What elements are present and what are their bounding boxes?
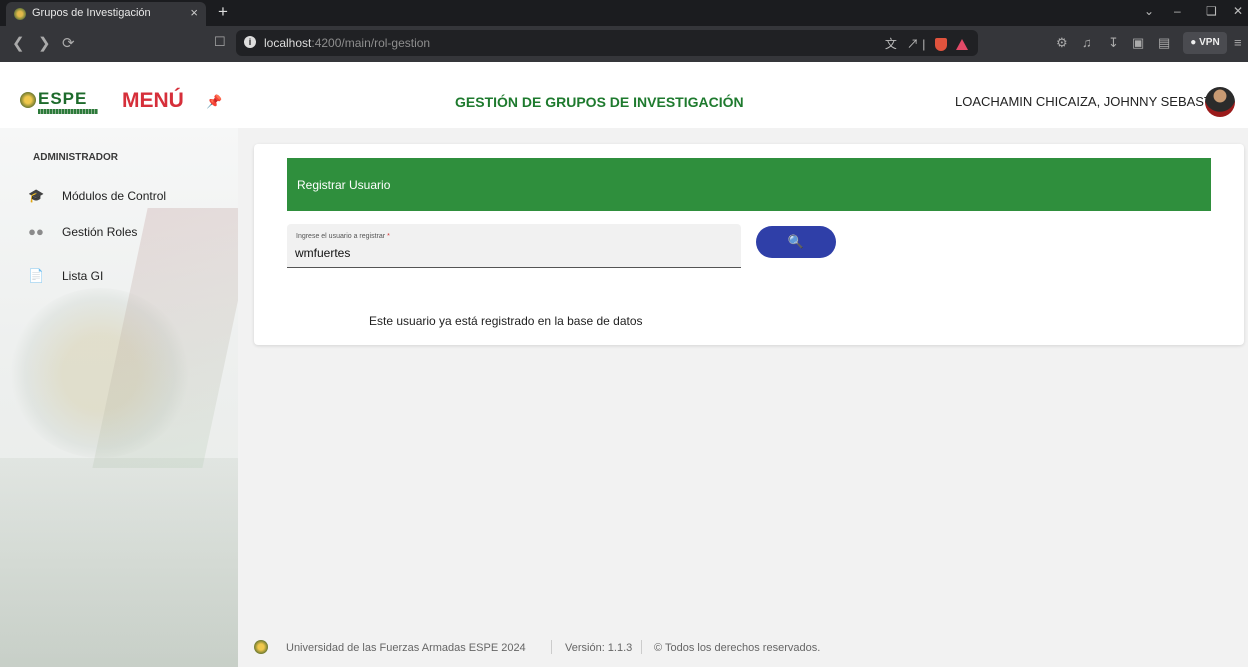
- site-info-icon[interactable]: i: [244, 36, 256, 48]
- sidebar: ADMINISTRADOR 🎓 Módulos de Control ●● Ge…: [0, 128, 238, 667]
- graduation-cap-icon: 🎓: [28, 188, 45, 203]
- back-icon[interactable]: ❮: [12, 34, 25, 52]
- share-icon[interactable]: ↗: [907, 37, 919, 51]
- status-message: Este usuario ya está registrado en la ba…: [369, 314, 643, 328]
- media-icon[interactable]: ♫: [1082, 35, 1092, 50]
- sidebar-item-roles[interactable]: ●● Gestión Roles: [28, 222, 228, 244]
- browser-tab[interactable]: Grupos de Investigación ×: [6, 2, 206, 26]
- footer-rights: © Todos los derechos reservados.: [654, 642, 821, 654]
- logo-subtitle-graphic: [38, 109, 98, 114]
- card-title: Registrar Usuario: [297, 178, 391, 192]
- pin-icon[interactable]: 📌: [206, 94, 222, 110]
- favicon-icon: [14, 8, 26, 20]
- sidebar-item-label: Gestión Roles: [62, 225, 138, 239]
- wallet-icon[interactable]: ▤: [1158, 35, 1170, 51]
- espe-logo[interactable]: ESPE: [20, 89, 110, 119]
- footer: Universidad de las Fuerzas Armadas ESPE …: [238, 637, 1248, 667]
- footer-divider: [551, 640, 552, 654]
- sidebar-item-lista-gi[interactable]: 📄 Lista GI: [28, 266, 228, 288]
- sidebar-section-title: ADMINISTRADOR: [33, 152, 118, 163]
- users-icon: ●●: [28, 224, 44, 239]
- reload-icon[interactable]: ⟳: [62, 34, 75, 52]
- brave-shield-icon[interactable]: [934, 38, 947, 52]
- browser-menu-icon[interactable]: ≡: [1234, 35, 1242, 50]
- tab-close-icon[interactable]: ×: [190, 5, 198, 20]
- forward-icon[interactable]: ❯: [38, 34, 51, 52]
- sidebar-background-trees: [0, 458, 238, 667]
- close-window-icon[interactable]: ✕: [1233, 4, 1243, 18]
- browser-toolbar: ❮ ❯ ⟳ ☐ i localhost:4200/main/rol-gestio…: [0, 26, 1248, 62]
- page-title: GESTIÓN DE GRUPOS DE INVESTIGACIÓN: [455, 94, 744, 110]
- url-text: localhost:4200/main/rol-gestion: [264, 36, 431, 50]
- espe-seal-icon: [20, 92, 36, 108]
- extensions-icon[interactable]: ⚙: [1056, 35, 1068, 51]
- footer-divider: [641, 640, 642, 654]
- tab-search-icon[interactable]: ⌄: [1144, 4, 1154, 18]
- document-icon: 📄: [28, 268, 45, 283]
- search-button[interactable]: 🔍: [756, 226, 836, 258]
- card-header: Registrar Usuario: [287, 158, 1211, 211]
- footer-version: Versión: 1.1.3: [565, 642, 633, 654]
- address-bar-actions: 文 ↗ |: [885, 35, 968, 52]
- logo-text: ESPE: [38, 89, 88, 108]
- user-name[interactable]: LOACHAMIN CHICAIZA, JOHNNY SEBASTIAN: [955, 94, 1234, 109]
- address-bar[interactable]: i localhost:4200/main/rol-gestion 文 ↗ |: [236, 30, 978, 56]
- app-header: ESPE MENÚ 📌 GESTIÓN DE GRUPOS DE INVESTI…: [0, 62, 1248, 128]
- sidebar-item-modulos[interactable]: 🎓 Módulos de Control: [28, 186, 228, 208]
- translate-icon[interactable]: 文: [885, 37, 897, 51]
- tab-title: Grupos de Investigación: [32, 7, 151, 19]
- maximize-icon[interactable]: ❑: [1206, 4, 1217, 18]
- username-input[interactable]: [295, 244, 725, 262]
- bookmark-icon[interactable]: ☐: [214, 34, 226, 50]
- sidebar-toggle-icon[interactable]: ▣: [1132, 35, 1144, 51]
- username-field-label: Ingrese el usuario a registrar *: [296, 233, 390, 240]
- register-user-card: Registrar Usuario Ingrese el usuario a r…: [254, 144, 1244, 345]
- footer-seal-icon: [254, 640, 268, 654]
- username-field[interactable]: Ingrese el usuario a registrar *: [287, 224, 741, 268]
- search-icon: 🔍: [787, 234, 805, 249]
- vpn-button[interactable]: ● VPN: [1183, 32, 1227, 54]
- sidebar-item-label: Módulos de Control: [62, 189, 167, 203]
- footer-org: Universidad de las Fuerzas Armadas ESPE …: [286, 642, 526, 654]
- browser-tab-bar: Grupos de Investigación × + ⌄ – ❑ ✕: [0, 0, 1248, 26]
- download-icon[interactable]: ↧: [1108, 35, 1119, 51]
- minimize-icon[interactable]: –: [1174, 4, 1181, 18]
- new-tab-button[interactable]: +: [218, 2, 228, 22]
- sidebar-item-label: Lista GI: [62, 269, 104, 283]
- avatar[interactable]: [1205, 87, 1235, 117]
- rewards-icon[interactable]: [956, 39, 968, 51]
- menu-title: MENÚ: [122, 89, 184, 112]
